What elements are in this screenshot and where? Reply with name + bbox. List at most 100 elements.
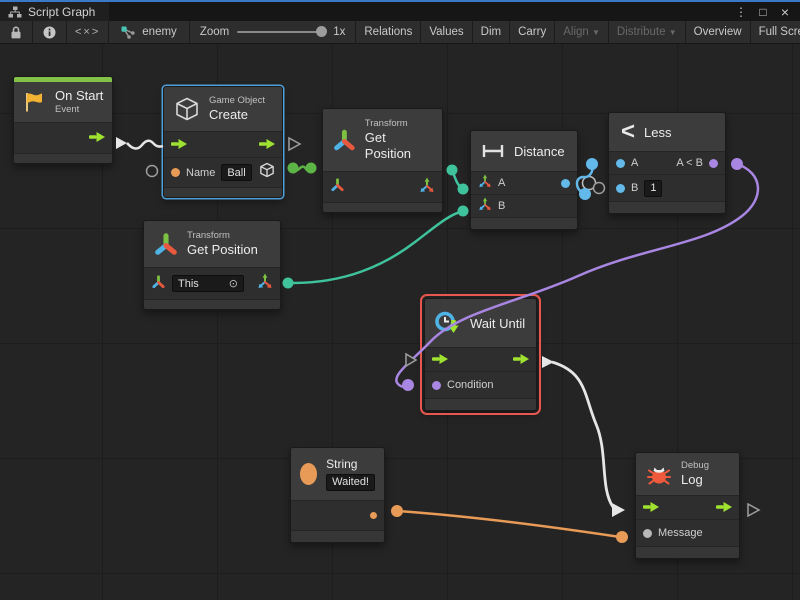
node-title: Distance — [514, 144, 565, 159]
vector3-output-port[interactable] — [419, 177, 435, 198]
vector3-a-input-port[interactable] — [478, 174, 492, 193]
transform-input-port[interactable] — [330, 177, 345, 197]
node-distance[interactable]: Distance A — [470, 130, 578, 230]
graph-name: enemy — [142, 26, 177, 38]
node-title: On Start — [55, 88, 103, 104]
node-string[interactable]: String Waited! — [290, 447, 385, 543]
string-output-port[interactable] — [370, 512, 377, 519]
node-get-position-b[interactable]: Transform Get Position This ⊙ — [143, 220, 281, 310]
object-picker-icon[interactable]: ⊙ — [229, 277, 238, 290]
name-port-label: Name — [186, 167, 215, 179]
zoom-slider-handle[interactable] — [316, 26, 327, 37]
node-type-label: Transform — [365, 118, 432, 130]
transform-input-port[interactable] — [151, 274, 166, 294]
graph-toolbar: <×> enemy Zoom 1x Relations Values Dim C… — [0, 21, 800, 44]
flow-in-port[interactable] — [643, 499, 659, 517]
overview-button[interactable]: Overview — [686, 21, 751, 43]
node-footer — [425, 398, 536, 410]
window-controls: ⋮ □ × — [732, 4, 800, 20]
lock-icon — [10, 26, 22, 39]
less-icon: < — [621, 120, 635, 144]
info-icon — [43, 26, 56, 39]
vector3-output-port[interactable] — [257, 273, 273, 294]
code-icon: <×> — [75, 26, 100, 38]
align-dropdown-icon: ▼ — [592, 28, 600, 37]
node-subtitle: Event — [55, 104, 103, 116]
b-value-field[interactable]: 1 — [644, 180, 662, 197]
node-type-label: Debug — [681, 460, 709, 472]
node-footer — [609, 201, 725, 213]
a-input-port[interactable] — [616, 159, 625, 168]
distribute-button: Distribute ▼ — [609, 21, 686, 43]
fullscreen-button[interactable]: Full Screen — [751, 21, 800, 43]
result-port-label: A < B — [676, 157, 703, 169]
values-button[interactable]: Values — [421, 21, 472, 43]
graph-asset-icon — [121, 26, 136, 39]
flow-in-port[interactable] — [432, 351, 448, 369]
node-title: Get Position — [365, 130, 432, 163]
cube-icon — [174, 96, 200, 122]
node-footer — [14, 153, 112, 163]
dim-button[interactable]: Dim — [473, 21, 510, 43]
result-output-port[interactable] — [709, 159, 718, 168]
node-footer — [323, 202, 442, 212]
name-input-port[interactable] — [171, 168, 180, 177]
distribute-dropdown-icon: ▼ — [669, 28, 677, 37]
wait-clock-icon — [434, 310, 461, 336]
node-footer — [471, 217, 577, 229]
b-input-port[interactable] — [616, 184, 625, 193]
lock-button[interactable] — [0, 21, 33, 43]
node-get-position-a[interactable]: Transform Get Position — [322, 108, 443, 213]
name-value-field[interactable]: Ball — [221, 164, 251, 181]
unity-script-graph-window: Script Graph ⋮ □ × <×> — [0, 0, 800, 600]
flow-out-port[interactable] — [259, 136, 275, 154]
carry-button[interactable]: Carry — [510, 21, 555, 43]
flow-out-port[interactable] — [89, 129, 105, 147]
node-wait-until[interactable]: Wait Until Condition — [424, 298, 537, 411]
transform-icon — [333, 128, 356, 152]
graph-name-wrap[interactable]: enemy — [109, 21, 190, 43]
relations-button[interactable]: Relations — [356, 21, 421, 43]
node-title: String — [326, 457, 375, 472]
transform-icon — [154, 232, 178, 256]
maximize-icon[interactable]: □ — [754, 5, 772, 19]
node-title: Log — [681, 472, 709, 488]
flag-icon — [22, 90, 46, 114]
node-footer — [144, 299, 280, 309]
bug-icon — [646, 461, 672, 487]
node-create-game-object[interactable]: Game Object Create Name Ball — [163, 86, 283, 198]
window-menu-icon[interactable]: ⋮ — [732, 5, 750, 19]
node-debug-log[interactable]: Debug Log Message — [635, 452, 740, 559]
graph-icon — [8, 6, 22, 18]
condition-input-port[interactable] — [432, 381, 441, 390]
condition-port-label: Condition — [447, 379, 493, 391]
node-less[interactable]: < Less A A < B B 1 — [608, 112, 726, 214]
info-button[interactable] — [33, 21, 67, 43]
target-value-field[interactable]: This ⊙ — [172, 275, 244, 292]
flow-out-port[interactable] — [716, 499, 732, 517]
vector3-b-input-port[interactable] — [478, 197, 492, 216]
string-value-field[interactable]: Waited! — [326, 474, 375, 491]
string-icon — [300, 463, 317, 485]
tab-script-graph[interactable]: Script Graph — [0, 2, 109, 21]
b-port-label: B — [631, 182, 638, 194]
align-button: Align ▼ — [555, 21, 609, 43]
node-on-start-event[interactable]: On Start Event — [13, 76, 113, 164]
message-input-port[interactable] — [643, 529, 652, 538]
node-title: Less — [644, 125, 671, 140]
zoom-label: Zoom — [200, 26, 229, 38]
zoom-control: Zoom 1x — [190, 21, 357, 43]
node-type-label: Game Object — [209, 95, 265, 107]
close-icon[interactable]: × — [776, 4, 794, 20]
game-object-output-port[interactable] — [259, 162, 275, 183]
zoom-slider[interactable] — [237, 31, 325, 33]
node-footer — [164, 187, 282, 197]
zoom-value: 1x — [333, 26, 345, 38]
result-output-port[interactable] — [561, 179, 570, 188]
node-footer — [636, 546, 739, 558]
code-view-button[interactable]: <×> — [67, 21, 109, 43]
flow-out-port[interactable] — [513, 351, 529, 369]
flow-in-port[interactable] — [171, 136, 187, 154]
node-footer — [291, 530, 384, 542]
vector3-icon — [419, 177, 435, 193]
